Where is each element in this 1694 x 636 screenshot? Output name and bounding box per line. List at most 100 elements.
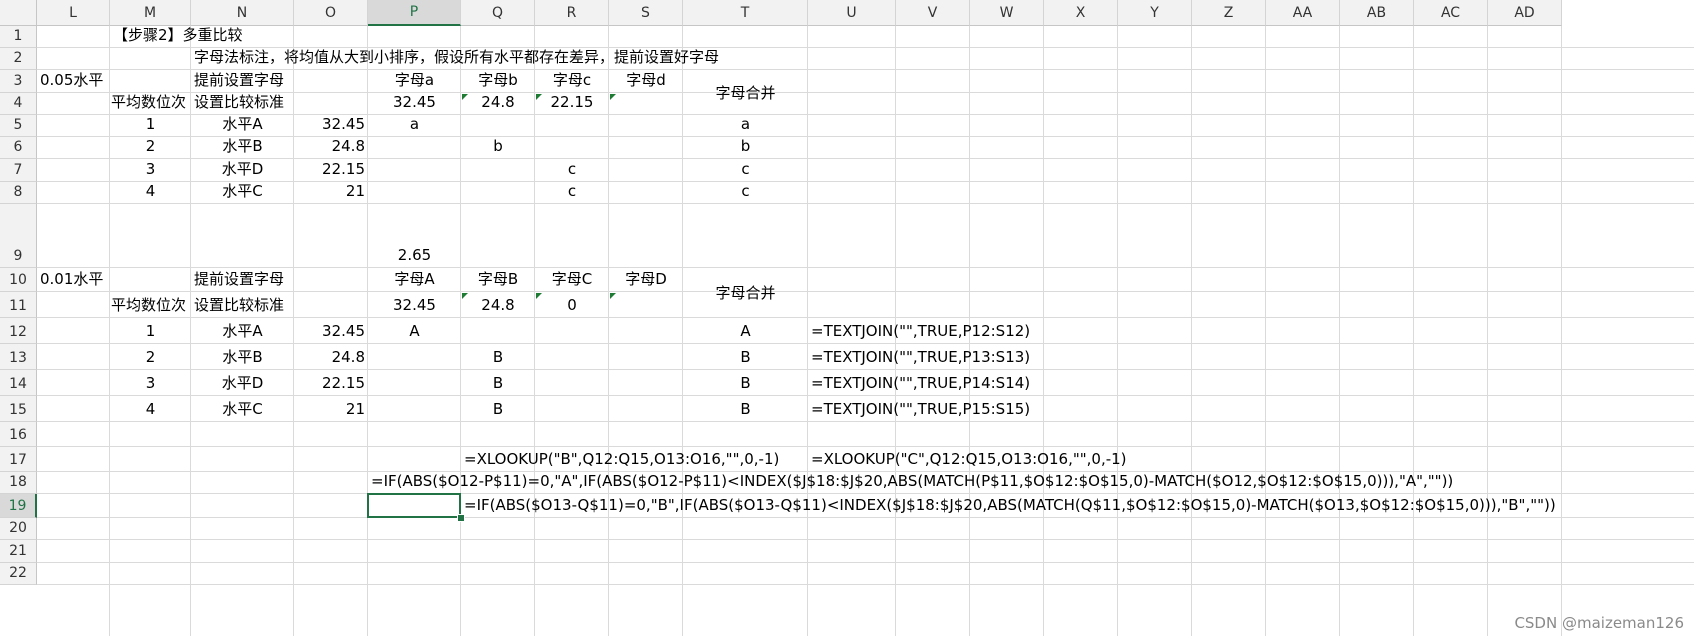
cell-l10[interactable]: 0.01水平 <box>37 268 103 292</box>
cell-t8[interactable]: c <box>683 182 808 204</box>
cell-u13[interactable]: =TEXTJOIN("",TRUE,P13:S13) <box>808 344 1030 370</box>
row-header-9[interactable]: 9 <box>0 204 37 268</box>
cell-o13[interactable]: 24.8 <box>294 344 368 370</box>
cell-n10[interactable]: 提前设置字母 <box>191 268 284 292</box>
cell-q3[interactable]: 字母b <box>461 70 535 93</box>
cell-o14[interactable]: 22.15 <box>294 370 368 396</box>
row-header-14[interactable]: 14 <box>0 370 37 396</box>
row-header-19[interactable]: 19 <box>0 494 37 518</box>
cell-r11[interactable]: 0 <box>535 292 609 318</box>
cell-n6[interactable]: 水平B <box>191 137 294 159</box>
column-header-y[interactable]: Y <box>1118 0 1192 26</box>
cell-o8[interactable]: 21 <box>294 182 368 204</box>
active-cell-selection[interactable] <box>367 493 461 518</box>
column-header-m[interactable]: M <box>110 0 191 26</box>
column-header-u[interactable]: U <box>808 0 896 26</box>
cell-q17[interactable]: =XLOOKUP("B",Q12:Q15,O13:O16,"",0,-1) <box>461 447 779 472</box>
row-header-5[interactable]: 5 <box>0 115 37 137</box>
cell-m7[interactable]: 3 <box>110 159 191 182</box>
column-header-ab[interactable]: AB <box>1340 0 1414 26</box>
cell-r8[interactable]: c <box>535 182 609 204</box>
cell-t6[interactable]: b <box>683 137 808 159</box>
row-header-18[interactable]: 18 <box>0 472 37 494</box>
column-header-p[interactable]: P <box>368 0 461 26</box>
select-all-corner[interactable] <box>0 0 37 26</box>
cell-q10[interactable]: 字母B <box>461 268 535 292</box>
cell-t12[interactable]: A <box>683 318 808 344</box>
column-header-r[interactable]: R <box>535 0 609 26</box>
cell-u14[interactable]: =TEXTJOIN("",TRUE,P14:S14) <box>808 370 1030 396</box>
cell-n12[interactable]: 水平A <box>191 318 294 344</box>
cell-r7[interactable]: c <box>535 159 609 182</box>
cell-n2[interactable]: 字母法标注，将均值从大到小排序，假设所有水平都存在差异，提前设置好字母 <box>191 48 719 70</box>
column-header-ac[interactable]: AC <box>1414 0 1488 26</box>
cell-q14[interactable]: B <box>461 370 535 396</box>
cell-p9[interactable]: 2.65 <box>368 204 461 268</box>
cell-t7[interactable]: c <box>683 159 808 182</box>
cell-r10[interactable]: 字母C <box>535 268 609 292</box>
cell-p3[interactable]: 字母a <box>368 70 461 93</box>
column-header-z[interactable]: Z <box>1192 0 1266 26</box>
cell-m4[interactable]: 平均数位次 <box>110 93 186 115</box>
spreadsheet-grid[interactable]: CSDN @maizeman126 L M N O P Q R S T U V W X Y Z AA AB AC A… <box>0 0 1694 636</box>
cell-r4[interactable]: 22.15 <box>535 93 609 115</box>
cell-q13[interactable]: B <box>461 344 535 370</box>
cell-t13[interactable]: B <box>683 344 808 370</box>
cell-m11[interactable]: 平均数位次 <box>110 292 186 318</box>
cell-p11[interactable]: 32.45 <box>368 292 461 318</box>
cell-m15[interactable]: 4 <box>110 396 191 422</box>
row-header-6[interactable]: 6 <box>0 137 37 159</box>
column-header-l[interactable]: L <box>37 0 110 26</box>
cell-t3[interactable]: 字母合并 <box>683 70 808 115</box>
row-header-21[interactable]: 21 <box>0 540 37 563</box>
cell-l3[interactable]: 0.05水平 <box>37 70 103 93</box>
column-header-s[interactable]: S <box>609 0 683 26</box>
row-header-3[interactable]: 3 <box>0 70 37 93</box>
row-header-1[interactable]: 1 <box>0 26 37 48</box>
row-header-22[interactable]: 22 <box>0 563 37 585</box>
column-header-o[interactable]: O <box>294 0 368 26</box>
cell-m12[interactable]: 1 <box>110 318 191 344</box>
cell-s3[interactable]: 字母d <box>609 70 683 93</box>
row-header-8[interactable]: 8 <box>0 182 37 204</box>
cell-u12[interactable]: =TEXTJOIN("",TRUE,P12:S12) <box>808 318 1030 344</box>
fill-handle[interactable] <box>457 514 465 522</box>
cell-t10[interactable]: 字母合并 <box>683 268 808 318</box>
column-header-v[interactable]: V <box>896 0 970 26</box>
cell-n4[interactable]: 设置比较标准 <box>191 93 284 115</box>
cell-n8[interactable]: 水平C <box>191 182 294 204</box>
cell-n14[interactable]: 水平D <box>191 370 294 396</box>
row-header-16[interactable]: 16 <box>0 422 37 447</box>
cell-o5[interactable]: 32.45 <box>294 115 368 137</box>
cell-n11[interactable]: 设置比较标准 <box>191 292 284 318</box>
column-header-ad[interactable]: AD <box>1488 0 1562 26</box>
row-header-11[interactable]: 11 <box>0 292 37 318</box>
cell-u17[interactable]: =XLOOKUP("C",Q12:Q15,O13:O16,"",0,-1) <box>808 447 1127 472</box>
cell-o12[interactable]: 32.45 <box>294 318 368 344</box>
cell-o7[interactable]: 22.15 <box>294 159 368 182</box>
cell-n5[interactable]: 水平A <box>191 115 294 137</box>
cell-q15[interactable]: B <box>461 396 535 422</box>
cell-u15[interactable]: =TEXTJOIN("",TRUE,P15:S15) <box>808 396 1030 422</box>
column-header-w[interactable]: W <box>970 0 1044 26</box>
column-header-x[interactable]: X <box>1044 0 1118 26</box>
cell-r3[interactable]: 字母c <box>535 70 609 93</box>
row-header-15[interactable]: 15 <box>0 396 37 422</box>
row-header-4[interactable]: 4 <box>0 93 37 115</box>
cell-p10[interactable]: 字母A <box>368 268 461 292</box>
row-header-2[interactable]: 2 <box>0 48 37 70</box>
cell-p4[interactable]: 32.45 <box>368 93 461 115</box>
cell-s10[interactable]: 字母D <box>609 268 683 292</box>
cell-o6[interactable]: 24.8 <box>294 137 368 159</box>
cell-o15[interactable]: 21 <box>294 396 368 422</box>
row-header-12[interactable]: 12 <box>0 318 37 344</box>
column-header-n[interactable]: N <box>191 0 294 26</box>
cell-t5[interactable]: a <box>683 115 808 137</box>
row-header-7[interactable]: 7 <box>0 159 37 182</box>
row-header-17[interactable]: 17 <box>0 447 37 472</box>
cell-p12[interactable]: A <box>368 318 461 344</box>
cell-p5[interactable]: a <box>368 115 461 137</box>
cell-m1[interactable]: 【步骤2】多重比较 <box>110 26 243 48</box>
row-header-13[interactable]: 13 <box>0 344 37 370</box>
cell-t15[interactable]: B <box>683 396 808 422</box>
